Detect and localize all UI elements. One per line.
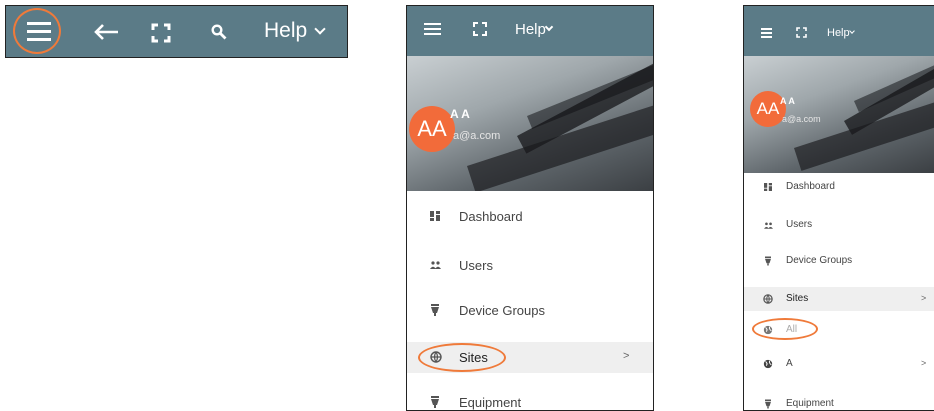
site-globe-icon (763, 359, 773, 369)
fullscreen-icon[interactable] (796, 27, 807, 38)
submenu-item-a[interactable]: A > (744, 354, 934, 374)
chevron-right-icon: > (921, 293, 927, 303)
chevron-down-icon[interactable] (849, 28, 855, 34)
menu-item-equipment[interactable]: Equipment (744, 396, 934, 410)
device-groups-icon (765, 256, 771, 266)
toolbar-panel-1: Help (5, 5, 348, 58)
globe-icon (763, 294, 773, 304)
menu-item-users[interactable]: Users (744, 215, 934, 235)
equipment-icon (765, 399, 771, 409)
user-email: a@a.com (453, 130, 501, 142)
nav-drawer-panel-3: Help AA A A a@a.com Dashboard Users Devi… (743, 5, 934, 411)
chevron-right-icon: > (623, 350, 630, 362)
fullscreen-icon[interactable] (473, 22, 487, 36)
highlight-ring (752, 318, 818, 340)
equipment-icon (431, 396, 439, 408)
users-icon (430, 261, 441, 269)
drawer-toolbar: Help (407, 6, 653, 56)
help-menu-label[interactable]: Help (515, 21, 546, 38)
hamburger-icon[interactable] (761, 28, 772, 38)
hamburger-icon[interactable] (424, 23, 441, 36)
user-name: A A (450, 107, 470, 121)
menu-item-users[interactable]: Users (407, 253, 653, 279)
chevron-down-icon[interactable] (314, 23, 326, 35)
profile-header: AA A A a@a.com (744, 56, 934, 173)
menu-item-label: Equipment (459, 395, 522, 410)
submenu-item-label: A (786, 358, 793, 369)
menu-item-label: Dashboard (459, 209, 523, 224)
dashboard-icon (764, 183, 772, 191)
menu-item-label: Device Groups (459, 303, 545, 318)
users-icon (764, 222, 773, 229)
avatar: AA (409, 106, 455, 152)
menu-item-label: Users (786, 219, 813, 230)
dashboard-icon (430, 211, 440, 221)
menu-item-label: Dashboard (786, 181, 835, 192)
chevron-right-icon: > (921, 358, 927, 368)
menu-item-label: Sites (786, 293, 809, 304)
search-icon[interactable] (211, 24, 227, 40)
highlight-ring (418, 343, 506, 372)
help-menu-label[interactable]: Help (264, 19, 307, 43)
user-name: A A (780, 96, 795, 106)
drawer-toolbar: Help (744, 6, 934, 56)
chevron-down-icon[interactable] (544, 22, 554, 32)
menu-item-label: Device Groups (786, 255, 853, 266)
arrow-left-icon[interactable] (93, 23, 119, 41)
menu-item-device-groups[interactable]: Device Groups (407, 298, 653, 324)
device-groups-icon (431, 304, 439, 316)
menu-item-device-groups[interactable]: Device Groups (744, 251, 934, 271)
fullscreen-icon[interactable] (151, 23, 171, 43)
highlight-ring (13, 8, 61, 54)
menu-item-label: Users (459, 258, 493, 273)
menu-item-dashboard[interactable]: Dashboard (407, 204, 653, 230)
nav-drawer-panel-2: Help AA A A a@a.com Dashboard Users Devi… (406, 5, 654, 411)
menu-item-dashboard[interactable]: Dashboard (744, 177, 934, 197)
menu-item-equipment[interactable]: Equipment (407, 392, 653, 410)
menu-item-label: Equipment (786, 398, 834, 409)
help-menu-label[interactable]: Help (827, 27, 850, 39)
user-email: a@a.com (782, 114, 821, 124)
menu-item-sites[interactable]: Sites > (744, 287, 934, 311)
profile-header: AA A A a@a.com (407, 56, 653, 191)
